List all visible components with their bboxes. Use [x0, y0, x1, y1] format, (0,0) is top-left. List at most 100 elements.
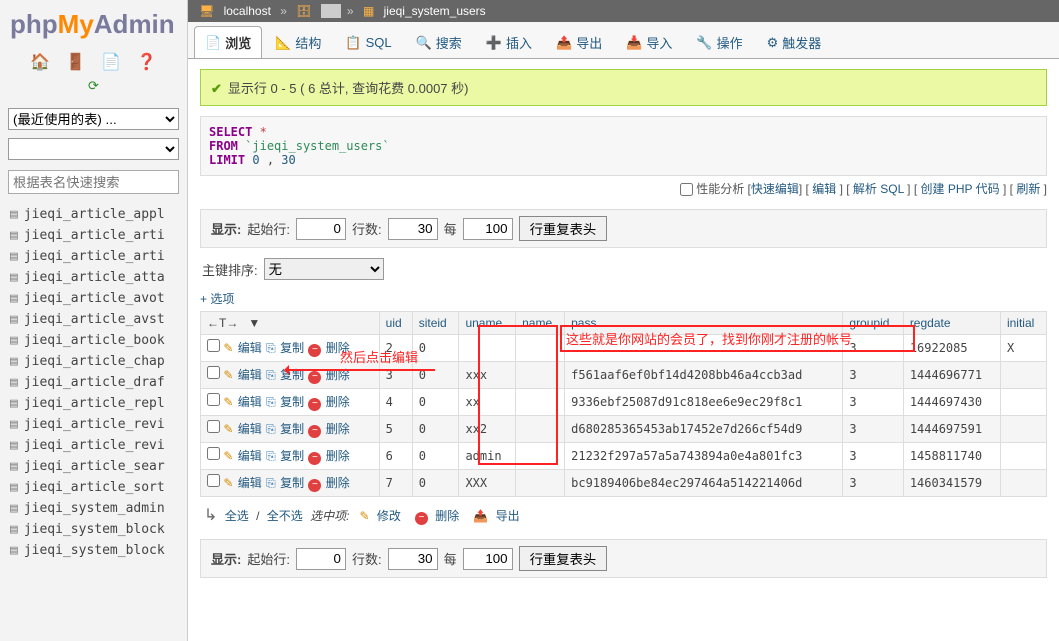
- row-count-input-bottom[interactable]: [388, 548, 438, 570]
- row-delete-link[interactable]: 删除: [326, 476, 350, 490]
- create-php-link[interactable]: 创建 PHP 代码: [921, 182, 1000, 196]
- logout-icon[interactable]: 🚪: [66, 54, 86, 71]
- row-edit-link[interactable]: 编辑: [238, 395, 262, 409]
- row-checkbox[interactable]: [207, 447, 220, 460]
- repeat-header-input-bottom[interactable]: [463, 548, 513, 570]
- start-row-input-bottom[interactable]: [296, 548, 346, 570]
- row-delete-link[interactable]: 删除: [326, 449, 350, 463]
- tab-icon: 📋: [345, 35, 361, 51]
- sidebar-table-item[interactable]: jieqi_article_atta: [8, 267, 179, 288]
- database-icon: 🗄: [296, 4, 311, 18]
- sidebar-table-item[interactable]: jieqi_article_revi: [8, 414, 179, 435]
- row-copy-link[interactable]: 复制: [280, 449, 304, 463]
- edit-sql-link[interactable]: 编辑: [812, 182, 836, 196]
- row-edit-link[interactable]: 编辑: [238, 449, 262, 463]
- repeat-header-button-bottom[interactable]: 行重复表头: [519, 546, 608, 571]
- sidebar-table-item[interactable]: jieqi_system_block: [8, 519, 179, 540]
- tab-搜索[interactable]: 🔍搜索: [405, 26, 473, 58]
- sql-query-box: SELECT * FROM `jieqi_system_users` LIMIT…: [200, 116, 1047, 176]
- start-row-input[interactable]: [296, 218, 346, 240]
- options-toggle[interactable]: + 选项: [200, 292, 234, 306]
- row-checkbox[interactable]: [207, 393, 220, 406]
- repeat-header-button[interactable]: 行重复表头: [519, 216, 608, 241]
- tab-触发器[interactable]: ⚙触发器: [756, 26, 833, 58]
- copy-icon: ⎘: [266, 341, 276, 355]
- sidebar-table-item[interactable]: jieqi_article_arti: [8, 225, 179, 246]
- logo[interactable]: phpMyAdmin: [8, 5, 179, 48]
- sidebar-table-item[interactable]: jieqi_article_avot: [8, 288, 179, 309]
- query-icon[interactable]: 📄: [101, 54, 121, 71]
- pencil-icon: ✎: [223, 476, 233, 490]
- row-count-input[interactable]: [388, 218, 438, 240]
- sidebar-table-item[interactable]: jieqi_article_repl: [8, 393, 179, 414]
- row-copy-link[interactable]: 复制: [280, 395, 304, 409]
- home-icon[interactable]: 🏠: [30, 54, 50, 71]
- sidebar-table-item[interactable]: jieqi_article_sort: [8, 477, 179, 498]
- sidebar-table-item[interactable]: jieqi_article_book: [8, 330, 179, 351]
- explain-sql-link[interactable]: 解析 SQL: [853, 182, 904, 196]
- col-siteid[interactable]: siteid: [412, 312, 459, 335]
- docs-icon[interactable]: ❓: [137, 54, 157, 71]
- tab-插入[interactable]: ➕插入: [475, 26, 543, 58]
- select-all-link[interactable]: 全选: [225, 509, 249, 523]
- row-checkbox[interactable]: [207, 420, 220, 433]
- pagination-toolbar-bottom: 显示: 起始行: 行数: 每 行重复表头: [200, 539, 1047, 578]
- bc-database[interactable]: [321, 4, 341, 18]
- pencil-icon: ✎: [223, 395, 233, 409]
- recent-tables-select[interactable]: (最近使用的表) ...: [8, 108, 179, 130]
- row-edit-link[interactable]: 编辑: [238, 368, 262, 382]
- row-edit-link[interactable]: 编辑: [238, 341, 262, 355]
- repeat-header-input[interactable]: [463, 218, 513, 240]
- row-ops-header[interactable]: ←T→ ▼: [201, 312, 380, 335]
- row-copy-link[interactable]: 复制: [280, 422, 304, 436]
- sidebar-table-item[interactable]: jieqi_article_avst: [8, 309, 179, 330]
- database-select[interactable]: [8, 138, 179, 160]
- tab-导出[interactable]: 📤导出: [545, 26, 613, 58]
- bc-table[interactable]: jieqi_system_users: [384, 4, 486, 18]
- row-edit-link[interactable]: 编辑: [238, 476, 262, 490]
- sidebar-table-item[interactable]: jieqi_article_chap: [8, 351, 179, 372]
- deselect-all-link[interactable]: 全不选: [267, 509, 303, 523]
- row-copy-link[interactable]: 复制: [280, 476, 304, 490]
- table-quick-search[interactable]: [8, 170, 179, 194]
- sidebar-table-item[interactable]: jieqi_system_admin: [8, 498, 179, 519]
- sidebar-table-item[interactable]: jieqi_article_draf: [8, 372, 179, 393]
- minus-icon: −: [308, 425, 321, 438]
- tab-操作[interactable]: 🔧操作: [685, 26, 753, 58]
- row-edit-link[interactable]: 编辑: [238, 422, 262, 436]
- row-checkbox[interactable]: [207, 474, 220, 487]
- tab-icon: 📐: [275, 35, 291, 51]
- sidebar-table-item[interactable]: jieqi_article_arti: [8, 246, 179, 267]
- reload-icon[interactable]: ⟳: [88, 78, 99, 93]
- bulk-delete-link[interactable]: 删除: [435, 509, 459, 523]
- row-checkbox[interactable]: [207, 366, 220, 379]
- col-uid[interactable]: uid: [379, 312, 412, 335]
- row-delete-link[interactable]: 删除: [326, 422, 350, 436]
- minus-icon: −: [415, 512, 428, 525]
- bulk-edit-link[interactable]: 修改: [377, 509, 401, 523]
- tab-导入[interactable]: 📥导入: [615, 26, 683, 58]
- minus-icon: −: [308, 371, 321, 384]
- sidebar-table-item[interactable]: jieqi_article_appl: [8, 204, 179, 225]
- sidebar-table-item[interactable]: jieqi_system_block: [8, 540, 179, 561]
- refresh-link[interactable]: 刷新: [1016, 182, 1040, 196]
- row-copy-link[interactable]: 复制: [280, 341, 304, 355]
- tab-浏览[interactable]: 📄浏览: [194, 26, 262, 58]
- pk-sort-select[interactable]: 无: [264, 258, 384, 280]
- bc-server[interactable]: localhost: [224, 4, 271, 18]
- tab-SQL[interactable]: 📋SQL: [334, 26, 402, 58]
- col-initial[interactable]: initial: [1000, 312, 1046, 335]
- table-row: ✎ 编辑 ⎘ 复制 − 删除60admin21232f297a57a5a7438…: [201, 443, 1047, 470]
- bulk-export-link[interactable]: 导出: [496, 509, 520, 523]
- profiling-checkbox[interactable]: [680, 183, 693, 196]
- copy-icon: ⎘: [266, 422, 276, 436]
- row-checkbox[interactable]: [207, 339, 220, 352]
- tab-结构[interactable]: 📐结构: [264, 26, 332, 58]
- row-delete-link[interactable]: 删除: [326, 395, 350, 409]
- pagination-toolbar-top: 显示: 起始行: 行数: 每 行重复表头: [200, 209, 1047, 248]
- sidebar-table-item[interactable]: jieqi_article_revi: [8, 435, 179, 456]
- quick-edit-link[interactable]: 快速编辑: [751, 182, 799, 196]
- col-regdate[interactable]: regdate: [903, 312, 1000, 335]
- sidebar-table-item[interactable]: jieqi_article_sear: [8, 456, 179, 477]
- tab-icon: 📤: [556, 35, 572, 51]
